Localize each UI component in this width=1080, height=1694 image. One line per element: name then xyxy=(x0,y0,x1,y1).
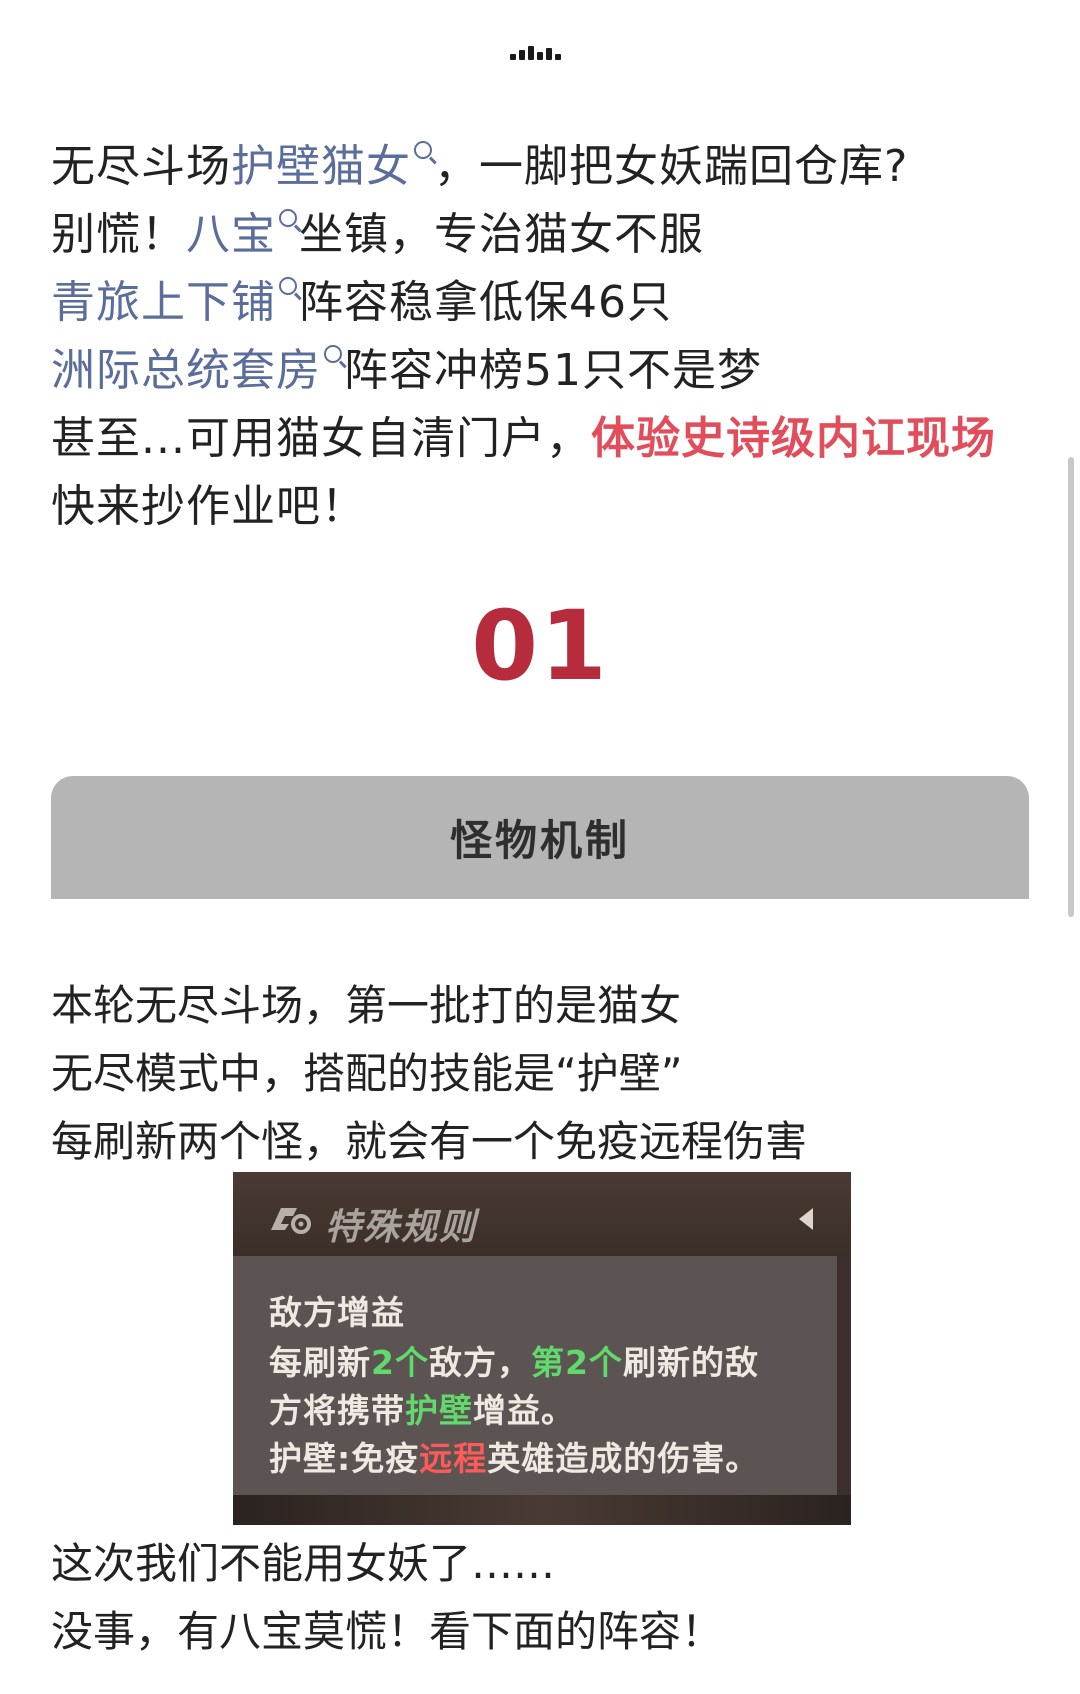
keyword-link[interactable]: 八宝 xyxy=(186,209,276,260)
rule-line: 方将携带护壁增益。 xyxy=(269,1391,575,1430)
intro-line: 青旅上下铺 阵容稳拿低保46只 xyxy=(51,277,672,328)
scrollbar[interactable] xyxy=(1068,457,1074,917)
game-title: 特殊规则 xyxy=(325,1206,478,1248)
section-number: 01 xyxy=(471,590,609,702)
intro-line: 别慌！八宝 坐镇，专治猫女不服 xyxy=(51,209,704,260)
body-line: 本轮无尽斗场，第一批打的是猫女 xyxy=(51,981,682,1030)
intro-line: 洲际总统套房 阵容冲榜51只不是梦 xyxy=(51,345,762,396)
rule-line: 护壁:免疫远程英雄造成的伤害。 xyxy=(269,1439,760,1478)
collapse-arrow-icon xyxy=(799,1208,813,1230)
rule-line: 每刷新2个敌方，第2个刷新的敌 xyxy=(269,1343,759,1382)
game-bottom-bar xyxy=(233,1495,851,1525)
panel-edge xyxy=(837,1256,851,1496)
game-rule-screenshot: 特殊规则 敌方增益 每刷新2个敌方，第2个刷新的敌 方将携带护壁增益。 护壁:免… xyxy=(233,1172,851,1525)
outro-line: 这次我们不能用女妖了…… xyxy=(51,1539,556,1588)
loading-indicator xyxy=(510,46,561,60)
rule-panel: 敌方增益 每刷新2个敌方，第2个刷新的敌 方将携带护壁增益。 护壁:免疫远程英雄… xyxy=(233,1256,837,1496)
highlight-text: 体验史诗级内讧现场 xyxy=(590,413,996,464)
body-line: 每刷新两个怪，就会有一个免疫远程伤害 xyxy=(51,1117,808,1166)
search-icon[interactable] xyxy=(324,345,342,363)
outro-line: 没事，有八宝莫慌！看下面的阵容！ xyxy=(51,1607,724,1656)
intro-line: 无尽斗场护壁猫女 ，一脚把女妖踹回仓库? xyxy=(51,141,909,192)
keyword-link[interactable]: 青旅上下铺 xyxy=(51,277,276,328)
search-icon[interactable] xyxy=(279,209,297,227)
intro-text: 无尽斗场护壁猫女 ，一脚把女妖踹回仓库? 别慌！八宝 坐镇，专治猫女不服 青旅上下铺… xyxy=(51,133,1011,541)
gear-icon xyxy=(271,1208,311,1234)
panel-title: 敌方增益 xyxy=(269,1293,405,1332)
body-text: 本轮无尽斗场，第一批打的是猫女 无尽模式中，搭配的技能是“护壁” 每刷新两个怪，… xyxy=(51,972,1011,1176)
search-icon[interactable] xyxy=(414,141,432,159)
intro-line: 甚至...可用猫女自清门户，体验史诗级内讧现场 xyxy=(51,413,996,464)
section-header: 怪物机制 xyxy=(51,776,1029,899)
search-icon[interactable] xyxy=(279,277,297,295)
section-header-title: 怪物机制 xyxy=(449,816,630,865)
keyword-link[interactable]: 护壁猫女 xyxy=(231,141,411,192)
outro-text: 这次我们不能用女妖了…… 没事，有八宝莫慌！看下面的阵容！ xyxy=(51,1530,1011,1666)
keyword-link[interactable]: 洲际总统套房 xyxy=(51,345,321,396)
intro-line: 快来抄作业吧！ xyxy=(51,481,366,532)
body-line: 无尽模式中，搭配的技能是“护壁” xyxy=(51,1049,683,1098)
